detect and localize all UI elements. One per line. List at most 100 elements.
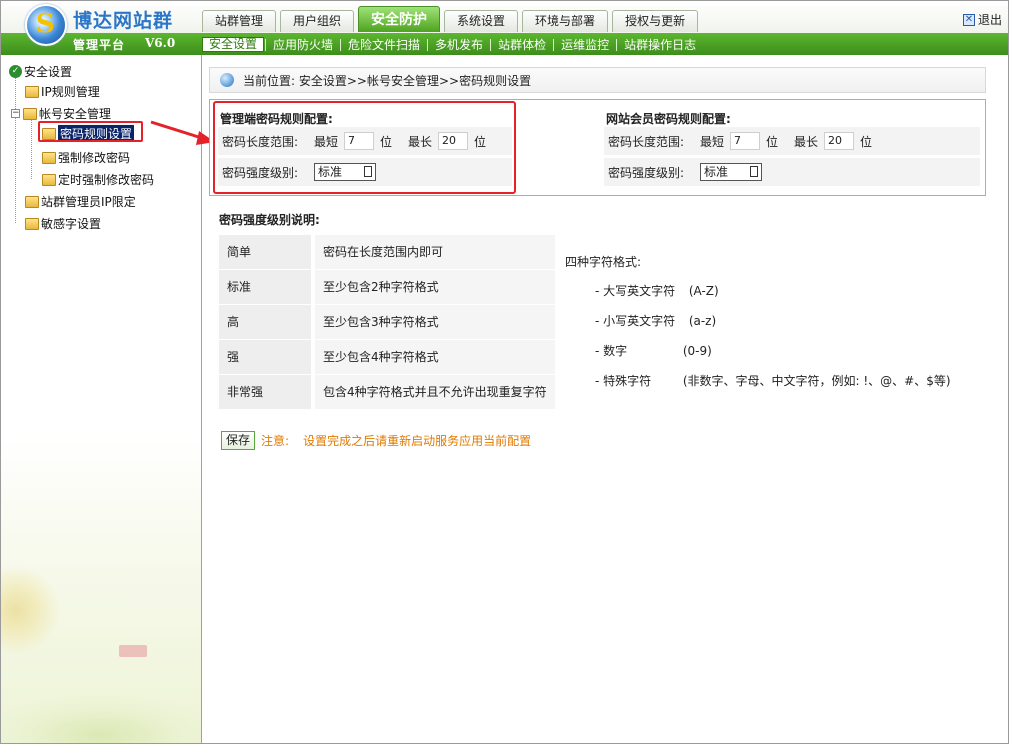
- subnav-firewall[interactable]: 应用防火墙: [267, 38, 339, 52]
- note-text: 设置完成之后请重新启动服务应用当前配置: [303, 434, 532, 448]
- member-max-length-input[interactable]: 20: [824, 132, 855, 150]
- subnav-operation-log[interactable]: 站群操作日志: [618, 38, 702, 52]
- tab-site-group[interactable]: 站群管理: [202, 10, 277, 32]
- folder-icon: [42, 173, 56, 186]
- level-cell: 非常强: [219, 375, 311, 409]
- subnav-security-settings[interactable]: 安全设置: [202, 37, 265, 52]
- table-row: 非常强 包含4种字符格式并且不允许出现重复字符: [219, 375, 555, 410]
- version-label: V6.0: [145, 36, 176, 50]
- sidebar-item-label: 帐号安全管理: [39, 107, 112, 121]
- tab-user-org[interactable]: 用户组织: [280, 10, 355, 32]
- tab-security[interactable]: 安全防护: [358, 6, 441, 32]
- divider: [616, 38, 618, 51]
- highlight-box: [213, 101, 516, 194]
- sidebar-item-label: 定时强制修改密码: [58, 173, 155, 187]
- brand-name: 博达网站群: [73, 10, 174, 32]
- subnav-ops-monitor[interactable]: 运维监控: [555, 38, 615, 52]
- save-button[interactable]: 保存: [221, 431, 256, 450]
- sidebar-root-security[interactable]: ✓ 安全设置: [9, 63, 72, 80]
- folder-icon: [25, 85, 39, 98]
- table-row: 高 至少包含3种字符格式: [219, 305, 555, 340]
- desc-cell: 包含4种字符格式并且不允许出现重复字符: [315, 375, 555, 409]
- format-example: (A-Z): [688, 284, 719, 298]
- format-name: - 小写英文字符: [595, 314, 676, 328]
- subnav-file-scan[interactable]: 危险文件扫描: [342, 38, 426, 52]
- tab-system-settings[interactable]: 系统设置: [444, 10, 519, 32]
- sidebar-item-label: 安全设置: [24, 65, 73, 79]
- platform-label: 管理平台: [73, 38, 126, 52]
- divider: [490, 38, 492, 51]
- format-item: - 大写英文字符 (A-Z): [595, 282, 719, 299]
- background-decoration: [1, 695, 201, 743]
- sidebar-item-label: 站群管理员IP限定: [41, 195, 136, 209]
- divider: [265, 38, 267, 51]
- save-bar: 保存 注意: 设置完成之后请重新启动服务应用当前配置: [221, 431, 531, 450]
- breadcrumb-text: 当前位置: 安全设置>>帐号安全管理>>密码规则设置: [243, 73, 532, 88]
- folder-icon: [25, 195, 39, 208]
- unit-label: 位: [766, 134, 779, 149]
- tab-environment[interactable]: 环境与部署: [522, 10, 609, 32]
- format-item: - 特殊字符 (非数字、字母、中文字符，例如: !、@、#、$等): [595, 372, 951, 389]
- format-example: (非数字、字母、中文字符，例如: !、@、#、$等): [682, 374, 951, 388]
- sub-nav: 安全设置 应用防火墙 危险文件扫描 多机发布 站群体检 运维监控 站群操作日志: [202, 37, 702, 52]
- member-config-title: 网站会员密码规则配置:: [606, 112, 731, 126]
- logout-label: 退出: [977, 13, 1002, 27]
- logout-button[interactable]: ✕ 退出: [962, 11, 1002, 28]
- min-label: 最短: [700, 134, 725, 149]
- sidebar-item-ip-rules[interactable]: IP规则管理: [25, 83, 100, 100]
- sidebar-item-label: 强制修改密码: [58, 151, 131, 165]
- highlight-box: [38, 121, 143, 142]
- sidebar-item-scheduled-force-change[interactable]: 定时强制修改密码: [42, 171, 154, 188]
- strength-table: 简单 密码在长度范围内即可 标准 至少包含2种字符格式 高 至少包含3种字符格式…: [219, 235, 555, 410]
- tree-line: [15, 77, 16, 223]
- divider: [340, 38, 342, 51]
- dropdown-icon: [750, 166, 758, 177]
- shield-icon: ✓: [9, 65, 22, 78]
- format-name: - 大写英文字符: [595, 284, 676, 298]
- sidebar-item-account-security[interactable]: − 帐号安全管理: [11, 105, 111, 122]
- background-decoration: [119, 645, 147, 657]
- max-label: 最长: [794, 134, 819, 149]
- sidebar-item-force-change[interactable]: 强制修改密码: [42, 149, 130, 166]
- select-value: 标准: [704, 165, 729, 179]
- field-label: 密码强度级别:: [608, 165, 685, 180]
- format-name: - 数字: [595, 344, 628, 358]
- folder-icon: [23, 107, 37, 120]
- level-cell: 简单: [219, 235, 311, 269]
- collapse-icon[interactable]: −: [11, 109, 20, 118]
- note-label: 注意:: [261, 434, 290, 448]
- member-strength-select[interactable]: 标准: [700, 163, 762, 181]
- format-name: - 特殊字符: [595, 374, 652, 388]
- table-row: 简单 密码在长度范围内即可: [219, 235, 555, 270]
- close-icon: ✕: [962, 13, 975, 26]
- member-length-row: 密码长度范围: 最短 7 位 最长 20 位: [604, 127, 980, 155]
- logo-icon: S: [25, 4, 67, 46]
- formats-title: 四种字符格式:: [565, 255, 642, 269]
- format-example: (a-z): [688, 314, 717, 328]
- sidebar-item-label: IP规则管理: [41, 85, 100, 99]
- top-tabs: 站群管理 用户组织 安全防护 系统设置 环境与部署 授权与更新: [202, 6, 702, 32]
- subnav-health-check[interactable]: 站群体检: [492, 38, 552, 52]
- level-cell: 标准: [219, 270, 311, 304]
- level-cell: 强: [219, 340, 311, 374]
- format-item: - 数字 (0-9): [595, 342, 712, 359]
- breadcrumb: 当前位置: 安全设置>>帐号安全管理>>密码规则设置: [209, 67, 986, 93]
- level-cell: 高: [219, 305, 311, 339]
- field-label: 密码长度范围:: [608, 134, 685, 149]
- sidebar-item-sensitive-words[interactable]: 敏感字设置: [25, 215, 101, 232]
- folder-icon: [25, 217, 39, 230]
- sidebar-item-label: 敏感字设置: [41, 217, 102, 231]
- background-decoration: [1, 565, 61, 655]
- member-min-length-input[interactable]: 7: [730, 132, 761, 150]
- tab-license-update[interactable]: 授权与更新: [612, 10, 699, 32]
- divider: [427, 38, 429, 51]
- unit-label: 位: [860, 134, 873, 149]
- strength-explain-title: 密码强度级别说明:: [219, 213, 320, 227]
- sidebar: ✓ 安全设置 IP规则管理 − 帐号安全管理 密码规则设置 强制修改密码 定时强…: [1, 55, 202, 743]
- folder-icon: [42, 151, 56, 164]
- app-window: S 博达网站群 站群管理 用户组织 安全防护 系统设置 环境与部署 授权与更新 …: [0, 0, 1009, 744]
- sidebar-item-admin-ip-limit[interactable]: 站群管理员IP限定: [25, 193, 136, 210]
- subnav-multi-publish[interactable]: 多机发布: [429, 38, 489, 52]
- format-item: - 小写英文字符 (a-z): [595, 312, 716, 329]
- desc-cell: 至少包含2种字符格式: [315, 270, 555, 304]
